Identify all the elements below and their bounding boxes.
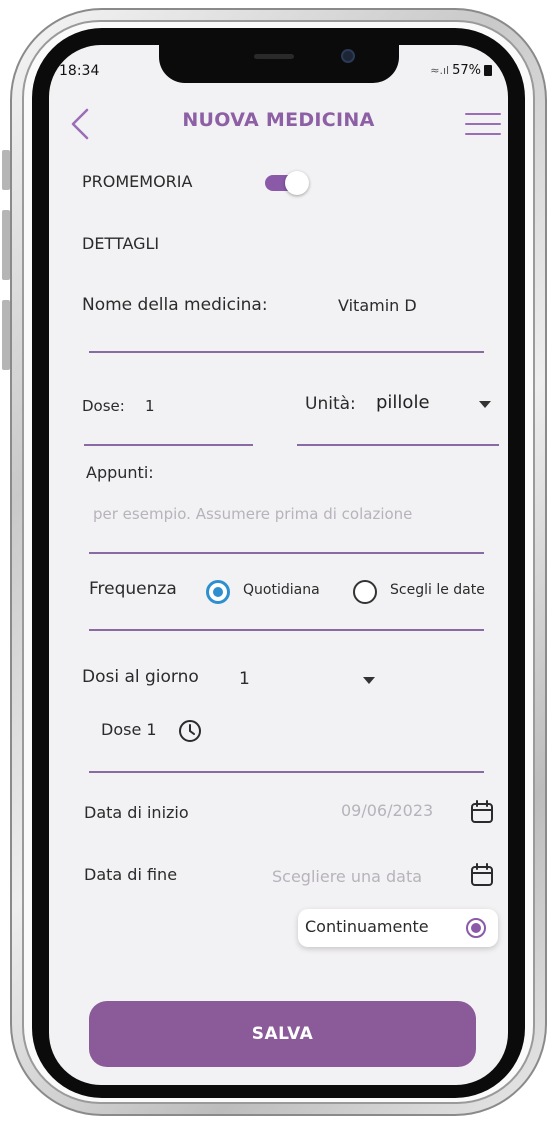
frequency-daily-label[interactable]: Quotidiana xyxy=(243,582,320,598)
frequency-label: Frequenza xyxy=(89,579,177,599)
calendar-icon[interactable] xyxy=(470,863,494,887)
dose-underline xyxy=(84,444,253,446)
phone-side-button xyxy=(2,150,10,190)
unit-underline xyxy=(297,444,499,446)
frequency-daily-radio[interactable] xyxy=(206,580,230,604)
start-date-input[interactable]: 09/06/2023 xyxy=(341,801,433,820)
phone-volume-up-button xyxy=(2,210,10,280)
continuous-option[interactable]: Continuamente xyxy=(298,909,498,947)
unit-select[interactable]: pillole xyxy=(376,392,430,413)
dropdown-caret-icon[interactable] xyxy=(479,401,491,408)
dose-label: Dose: xyxy=(82,397,125,415)
page-title: NUOVA MEDICINA xyxy=(182,109,375,131)
continuous-radio[interactable] xyxy=(466,918,486,938)
doses-per-day-label: Dosi al giorno xyxy=(82,667,199,687)
end-date-label: Data di fine xyxy=(84,865,178,884)
status-icons: ≈.ıl 57% xyxy=(430,63,492,78)
notch xyxy=(159,45,399,83)
speaker-grille xyxy=(254,54,294,59)
battery-percentage: 57% xyxy=(452,63,481,78)
phone-volume-down-button xyxy=(2,300,10,370)
medicine-name-label: Nome della medicina: xyxy=(82,295,268,315)
doses-underline xyxy=(89,771,484,773)
dropdown-caret-icon[interactable] xyxy=(363,677,375,684)
notes-input[interactable]: per esempio. Assumere prima di colazione xyxy=(93,505,412,523)
app-screen: 18:34 ≈.ıl 57% NUOVA MEDICINA PROMEMORIA… xyxy=(49,45,508,1085)
dose-input[interactable]: 1 xyxy=(145,397,155,415)
save-button[interactable]: SALVA xyxy=(89,1001,476,1067)
status-time: 18:34 xyxy=(59,63,100,79)
unit-label: Unità: xyxy=(305,394,356,414)
calendar-icon[interactable] xyxy=(470,800,494,824)
end-date-input[interactable]: Scegliere una data xyxy=(272,867,422,886)
medicine-name-field[interactable]: Vitamin D xyxy=(338,296,417,315)
reminder-label: PROMEMORIA xyxy=(82,172,193,191)
hamburger-menu-icon[interactable] xyxy=(465,109,501,139)
medicine-name-underline xyxy=(89,351,484,353)
dose-time-label: Dose 1 xyxy=(101,720,157,739)
wifi-signal-icon: ≈.ıl xyxy=(430,64,450,77)
frequency-underline xyxy=(89,629,484,631)
doses-per-day-select[interactable]: 1 xyxy=(239,669,250,689)
front-camera xyxy=(341,49,355,63)
battery-icon xyxy=(484,65,492,76)
reminder-toggle[interactable] xyxy=(265,171,313,195)
notes-label: Appunti: xyxy=(86,463,154,482)
details-section-label: DETTAGLI xyxy=(82,234,160,253)
start-date-label: Data di inizio xyxy=(84,803,189,822)
notes-underline xyxy=(89,552,484,554)
continuous-label: Continuamente xyxy=(305,917,429,936)
frequency-dates-label[interactable]: Scegli le date xyxy=(390,582,485,598)
clock-icon[interactable] xyxy=(177,718,203,744)
toggle-knob xyxy=(285,171,309,195)
frequency-dates-radio[interactable] xyxy=(353,580,377,604)
